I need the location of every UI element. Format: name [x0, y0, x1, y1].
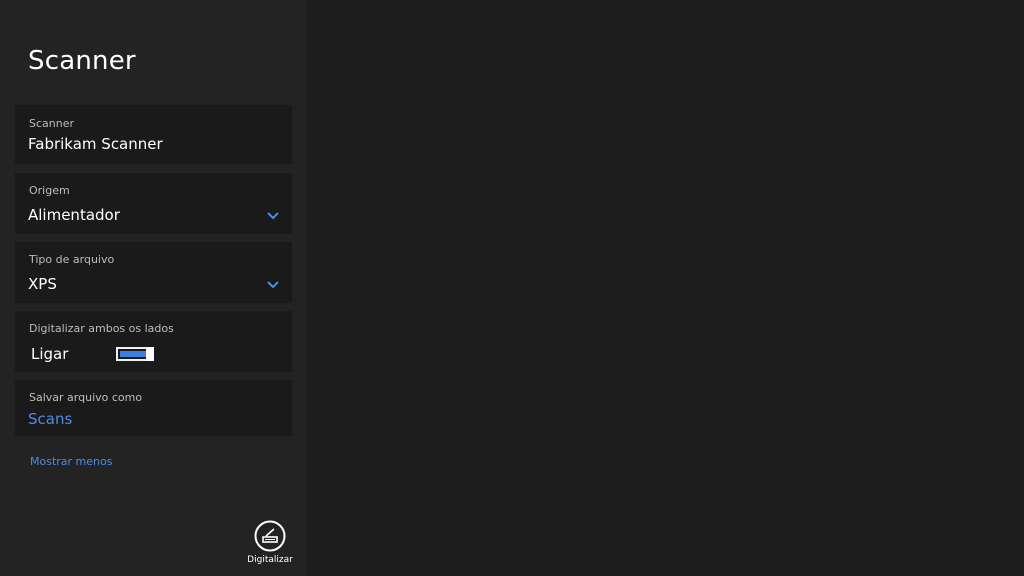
scan-button[interactable]: Digitalizar	[244, 518, 296, 570]
scan-button-label: Digitalizar	[247, 555, 293, 565]
duplex-state-label: Ligar	[31, 345, 69, 363]
chevron-down-icon[interactable]	[266, 278, 280, 292]
scan-settings-panel: Scanner Scanner Fabrikam Scanner Origem …	[0, 0, 307, 576]
duplex-setting: Digitalizar ambos os lados Ligar	[15, 311, 292, 372]
toggle-thumb[interactable]	[146, 347, 154, 361]
file-type-dropdown[interactable]: Tipo de arquivo XPS	[15, 242, 292, 303]
file-type-value: XPS	[28, 275, 57, 293]
show-less-link[interactable]: Mostrar menos	[30, 455, 112, 468]
source-value: Alimentador	[28, 206, 120, 224]
source-label: Origem	[29, 184, 70, 197]
save-folder-link[interactable]: Scans	[28, 410, 72, 428]
duplex-label: Digitalizar ambos os lados	[29, 322, 174, 335]
scanner-label: Scanner	[29, 117, 75, 130]
file-type-label: Tipo de arquivo	[29, 253, 115, 266]
chevron-down-icon[interactable]	[266, 209, 280, 223]
toggle-fill	[120, 351, 147, 357]
main-area	[307, 0, 1024, 576]
source-dropdown[interactable]: Origem Alimentador	[15, 173, 292, 234]
save-location-picker[interactable]: Salvar arquivo como Scans	[15, 380, 292, 436]
scanner-selector[interactable]: Scanner Fabrikam Scanner	[15, 105, 292, 164]
scanner-icon	[254, 520, 286, 552]
duplex-toggle[interactable]	[116, 347, 154, 361]
save-as-label: Salvar arquivo como	[29, 391, 143, 404]
scanner-value: Fabrikam Scanner	[28, 135, 163, 153]
page-title: Scanner	[28, 46, 136, 76]
